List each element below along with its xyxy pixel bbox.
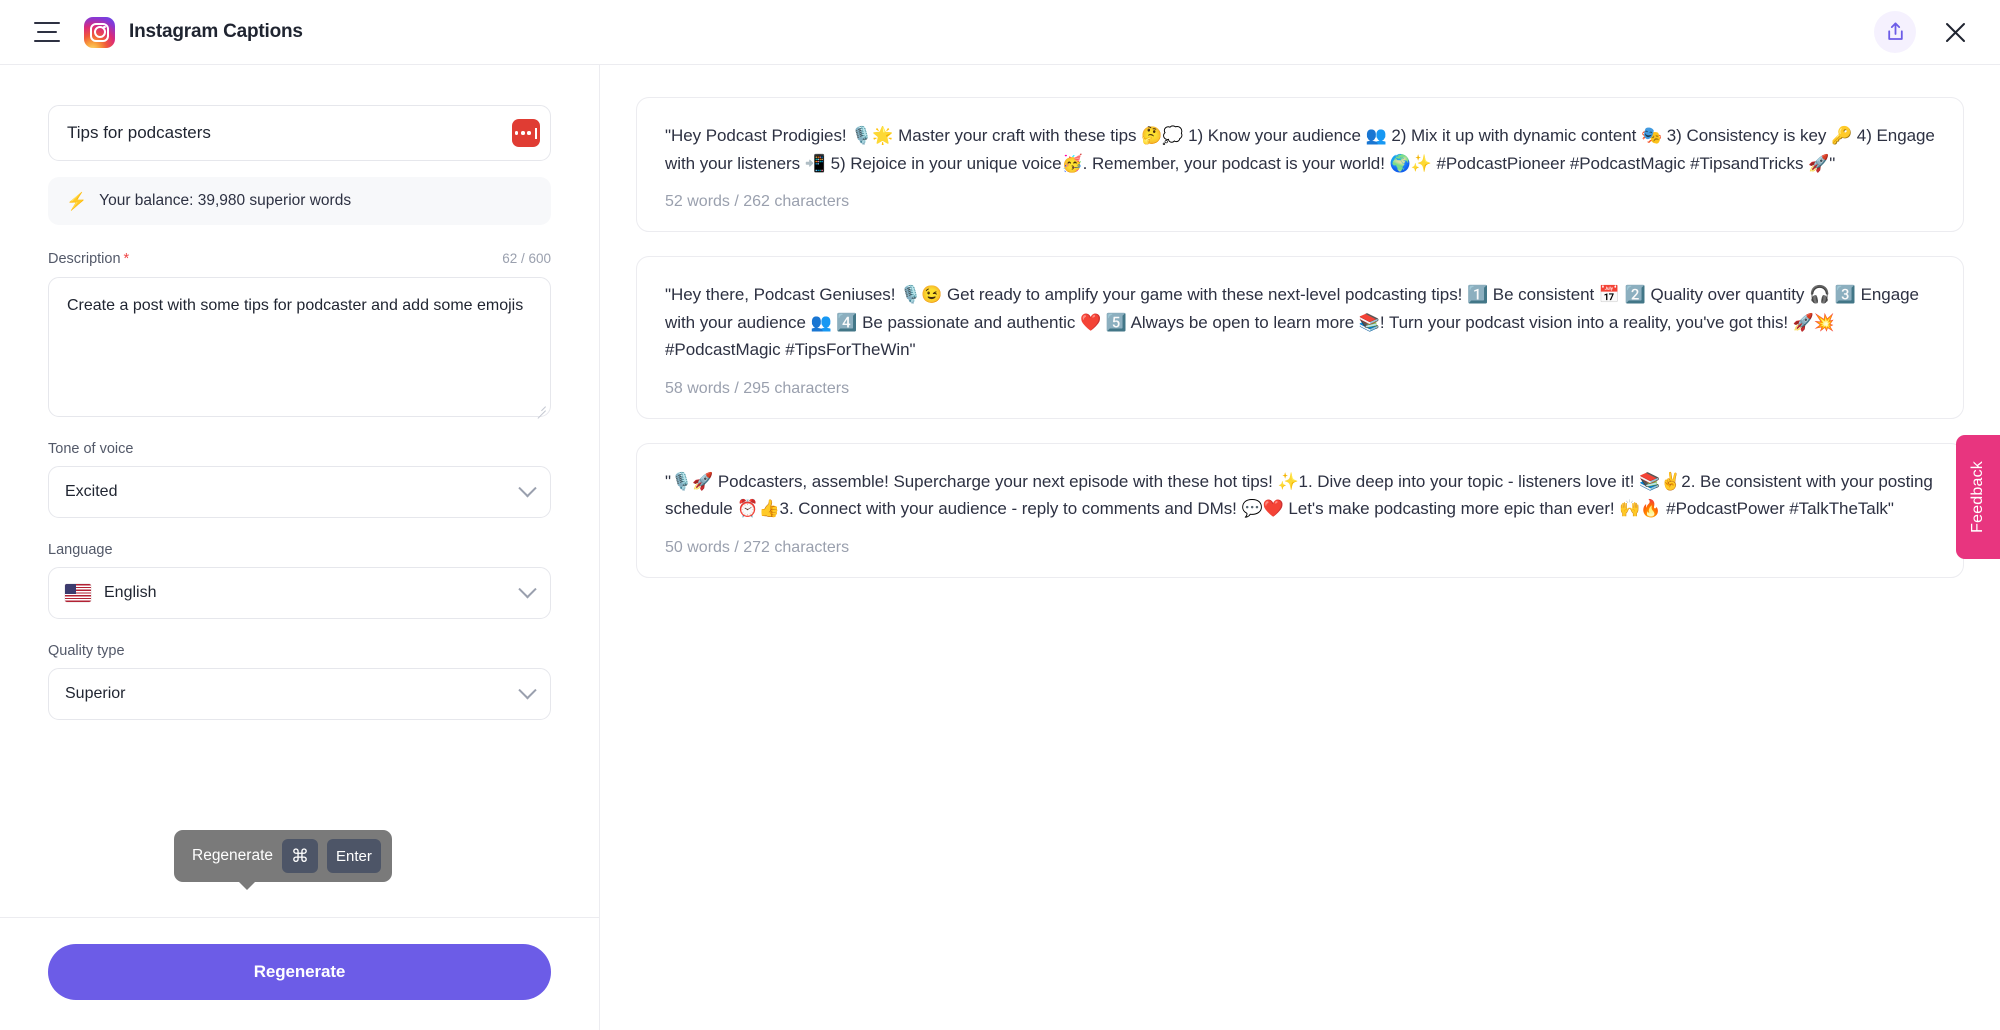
description-label-text: Description <box>48 251 121 267</box>
required-asterisk: * <box>123 251 130 267</box>
lightning-bolt-icon: ⚡ <box>66 191 88 211</box>
hamburger-menu-icon[interactable] <box>34 22 60 42</box>
result-meta: 52 words / 262 characters <box>665 193 850 211</box>
result-meta: 50 words / 272 characters <box>665 538 850 556</box>
share-upload-icon <box>1887 22 1903 40</box>
result-text: "🎙️🚀 Podcasters, assemble! Supercharge y… <box>665 471 1933 519</box>
generator-form-panel: ⚡ Your balance: 39,980 superior words De… <box>0 65 600 1030</box>
tone-value: Excited <box>65 483 118 500</box>
tooltip-label: Regenerate <box>192 847 274 864</box>
chevron-down-icon <box>518 680 537 699</box>
chevron-down-icon <box>518 579 537 598</box>
textarea-resize-handle[interactable] <box>535 401 546 412</box>
form-footer: Regenerate ⌘ Enter Regenerate <box>0 830 599 1030</box>
tone-label: Tone of voice <box>48 441 134 457</box>
chevron-down-icon <box>518 478 537 497</box>
instagram-logo-icon <box>84 16 115 48</box>
balance-banner: ⚡ Your balance: 39,980 superior words <box>48 177 551 225</box>
regenerate-tooltip: Regenerate ⌘ Enter <box>174 830 392 890</box>
balance-text: Your balance: 39,980 superior words <box>99 192 352 209</box>
result-card[interactable]: "🎙️🚀 Podcasters, assemble! Supercharge y… <box>636 442 1964 578</box>
enter-key-badge: Enter <box>327 839 381 873</box>
quality-value: Superior <box>65 685 126 702</box>
result-card[interactable]: "Hey there, Podcast Geniuses! 🎙️😉 Get re… <box>636 256 1964 419</box>
app-window: Instagram Captions ⚡ <box>0 0 2000 1030</box>
feedback-label: Feedback <box>1969 461 1986 533</box>
close-button[interactable] <box>1938 15 1972 49</box>
title-input[interactable] <box>65 122 512 144</box>
result-meta: 58 words / 295 characters <box>665 379 850 397</box>
results-panel: "Hey Podcast Prodigies! 🎙️🌟 Master your … <box>600 65 2000 1030</box>
app-body: ⚡ Your balance: 39,980 superior words De… <box>0 65 2000 1030</box>
description-field-wrapper[interactable] <box>48 277 551 417</box>
cmd-key-badge: ⌘ <box>282 839 319 873</box>
description-textarea[interactable] <box>65 292 534 402</box>
description-label: Description * <box>48 251 129 267</box>
quality-label: Quality type <box>48 643 125 659</box>
description-label-row: Description * 62 / 600 <box>48 251 551 267</box>
page-title: Instagram Captions <box>129 21 303 42</box>
description-counter: 62 / 600 <box>502 251 551 266</box>
quality-select[interactable]: Superior <box>48 668 551 720</box>
us-flag-icon <box>65 584 91 602</box>
language-label: Language <box>48 542 113 558</box>
red-dots-icon[interactable] <box>512 119 540 147</box>
result-text: "Hey Podcast Prodigies! 🎙️🌟 Master your … <box>665 126 1935 173</box>
result-card[interactable]: "Hey Podcast Prodigies! 🎙️🌟 Master your … <box>636 97 1964 233</box>
share-button[interactable] <box>1874 11 1916 53</box>
tone-select[interactable]: Excited <box>48 466 551 518</box>
language-value: English <box>104 584 157 601</box>
app-header: Instagram Captions <box>0 0 2000 65</box>
title-field-wrapper[interactable] <box>48 105 551 161</box>
close-icon <box>1945 22 1965 42</box>
result-text: "Hey there, Podcast Geniuses! 🎙️😉 Get re… <box>665 285 1919 360</box>
language-select[interactable]: English <box>48 567 551 619</box>
regenerate-button[interactable]: Regenerate <box>48 944 551 1000</box>
feedback-tab[interactable]: Feedback <box>1956 435 2000 559</box>
